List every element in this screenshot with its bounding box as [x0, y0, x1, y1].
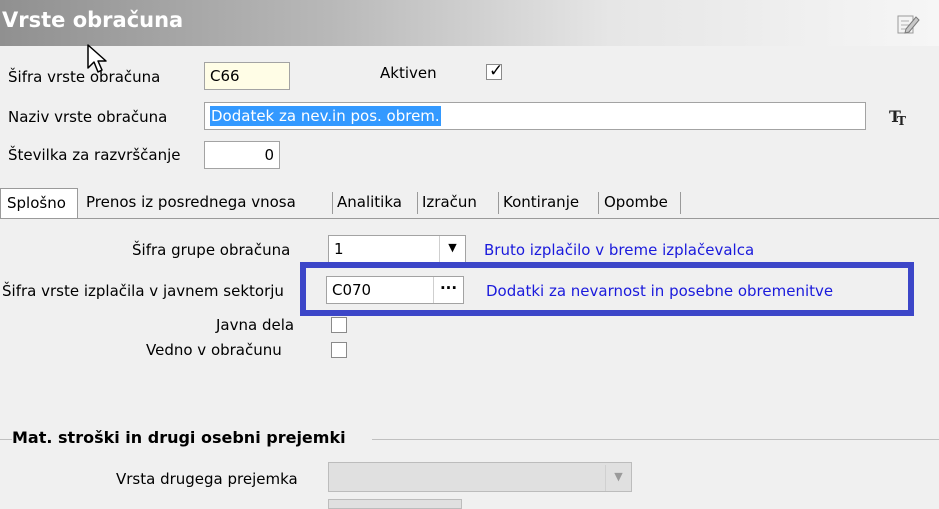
next-disabled-field[interactable] — [328, 499, 462, 509]
tab-separator — [598, 192, 599, 214]
highlight-box — [300, 262, 914, 316]
grupa-select[interactable]: 1 ▼ — [328, 235, 466, 263]
aktiven-label: Aktiven — [380, 64, 437, 82]
svg-text:T: T — [897, 114, 906, 127]
group-border-left — [0, 439, 12, 440]
window-title: Vrste obračuna — [2, 8, 184, 32]
tab-izracun[interactable]: Izračun — [422, 188, 477, 218]
naziv-label: Naziv vrste obračuna — [8, 108, 168, 126]
vedno-checkbox[interactable] — [331, 342, 347, 358]
vrsta-label: Vrsta drugega prejemka — [116, 470, 298, 488]
vrsta-select[interactable]: ▼ — [328, 462, 632, 492]
aktiven-checkbox[interactable]: ✓ — [486, 61, 504, 81]
izplacilo-label: Šifra vrste izplačila v javnem sektorju — [2, 282, 284, 300]
tab-opombe[interactable]: Opombe — [604, 188, 668, 218]
stevilka-input[interactable]: 0 — [204, 141, 280, 169]
edit-pencil-icon[interactable] — [896, 12, 920, 36]
grupa-label: Šifra grupe obračuna — [132, 241, 291, 259]
sifra-label: Šifra vrste obračuna — [8, 68, 161, 86]
tab-prenos[interactable]: Prenos iz posrednega vnosa — [86, 188, 296, 218]
tab-separator — [332, 192, 333, 214]
mat-group-title: Mat. stroški in drugi osebni prejemki — [12, 428, 346, 447]
stevilka-label: Številka za razvrščanje — [8, 146, 181, 164]
sifra-input[interactable]: C66 — [204, 62, 290, 90]
font-format-icon[interactable]: T T — [888, 105, 910, 128]
grupa-value: 1 — [334, 240, 344, 258]
tab-analitika[interactable]: Analitika — [337, 188, 402, 218]
grupa-description: Bruto izplačilo v breme izplačevalca — [484, 241, 755, 259]
chevron-down-icon[interactable]: ▼ — [605, 465, 631, 491]
chevron-down-icon[interactable]: ▼ — [439, 236, 465, 262]
tab-separator — [680, 192, 681, 214]
tab-splosno[interactable]: Splošno — [0, 188, 78, 218]
vedno-label: Vedno v obračunu — [146, 341, 282, 359]
tab-separator — [417, 192, 418, 214]
checkmark-icon: ✓ — [489, 61, 504, 81]
tab-separator — [498, 192, 499, 214]
naziv-input[interactable]: Dodatek za nev.in pos. obrem. — [204, 102, 866, 130]
javna-checkbox[interactable] — [331, 317, 347, 333]
javna-label: Javna dela — [216, 316, 295, 334]
tab-strip-border — [0, 218, 939, 219]
group-border-right — [372, 439, 939, 440]
naziv-selected-text: Dodatek za nev.in pos. obrem. — [210, 106, 441, 126]
tab-kontiranje[interactable]: Kontiranje — [503, 188, 579, 218]
